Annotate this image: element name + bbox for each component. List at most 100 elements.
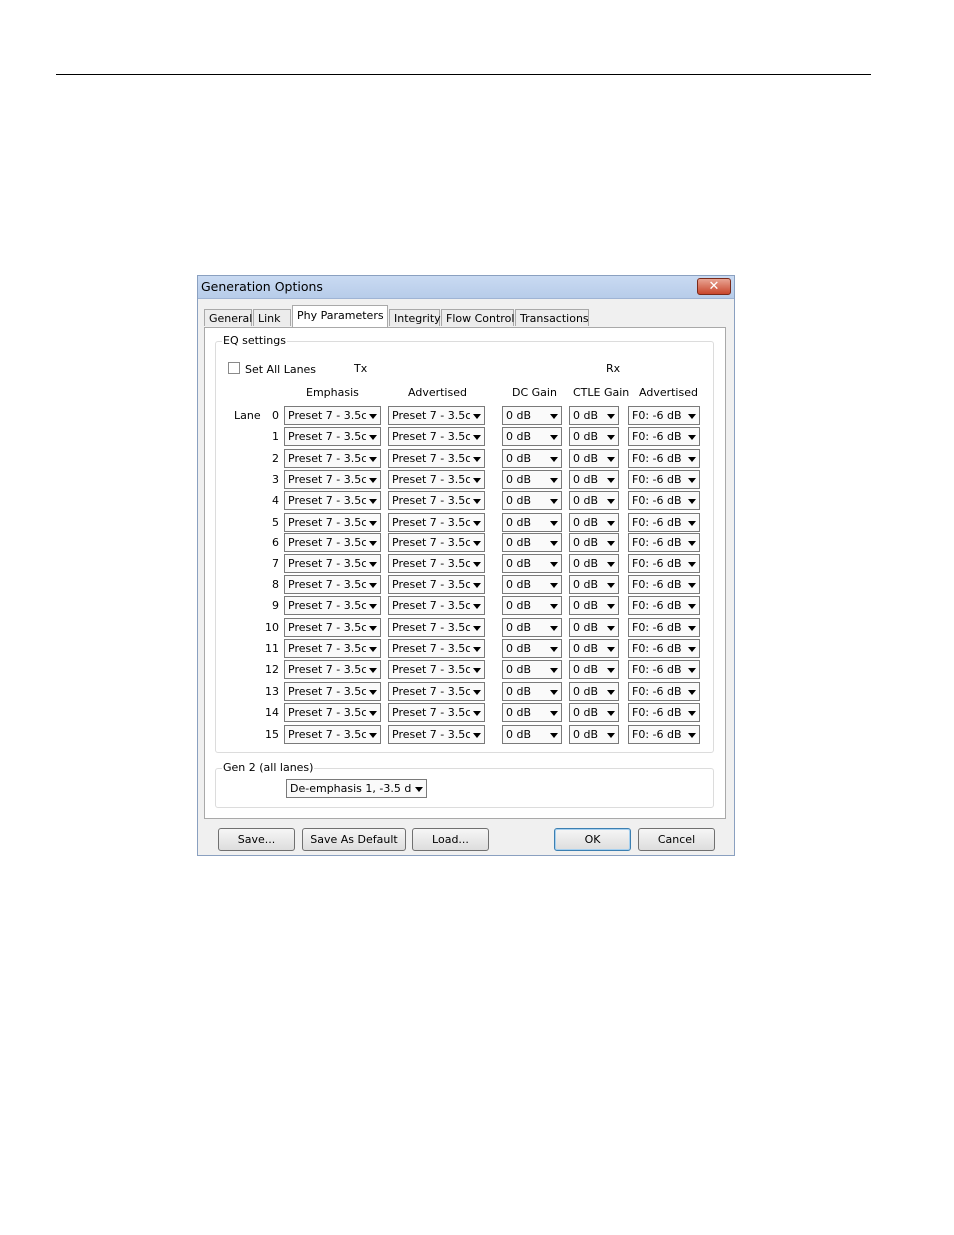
dialog-title: Generation Options — [201, 279, 323, 294]
tx-advertised-select[interactable]: Preset 7 - 3.5c — [388, 491, 485, 510]
save-button[interactable]: Save... — [218, 828, 295, 851]
ctle-gain-select[interactable]: 0 dB — [569, 575, 619, 594]
dc-gain-select[interactable]: 0 dB — [502, 513, 562, 532]
tx-advertised-select[interactable]: Preset 7 - 3.5c — [388, 470, 485, 489]
chevron-down-icon — [550, 647, 558, 652]
tx-advertised-select[interactable]: Preset 7 - 3.5c — [388, 660, 485, 679]
rx-advertised-select[interactable]: F0: -6 dB — [628, 725, 700, 744]
dc-gain-select[interactable]: 0 dB — [502, 703, 562, 722]
dc-gain-select[interactable]: 0 dB — [502, 660, 562, 679]
ctle-gain-select[interactable]: 0 dB — [569, 470, 619, 489]
tx-advertised-select[interactable]: Preset 7 - 3.5c — [388, 618, 485, 637]
rx-advertised-select[interactable]: F0: -6 dB — [628, 682, 700, 701]
dc-gain-select[interactable]: 0 dB — [502, 449, 562, 468]
tx-advertised-select[interactable]: Preset 7 - 3.5c — [388, 703, 485, 722]
ctle-gain-select[interactable]: 0 dB — [569, 427, 619, 446]
tab-general[interactable]: General — [204, 309, 252, 326]
load-button[interactable]: Load... — [412, 828, 489, 851]
title-bar[interactable]: Generation Options ✕ — [198, 276, 734, 299]
tx-advertised-select[interactable]: Preset 7 - 3.5c — [388, 575, 485, 594]
tab-flow-control[interactable]: Flow Control — [441, 309, 514, 326]
emphasis-select[interactable]: Preset 7 - 3.5c — [284, 682, 381, 701]
ctle-gain-select[interactable]: 0 dB — [569, 596, 619, 615]
ctle-gain-select[interactable]: 0 dB — [569, 406, 619, 425]
tx-advertised-select[interactable]: Preset 7 - 3.5c — [388, 596, 485, 615]
rx-advertised-select[interactable]: F0: -6 dB — [628, 660, 700, 679]
tab-phy-parameters[interactable]: Phy Parameters — [292, 305, 388, 327]
chevron-down-icon — [369, 733, 377, 738]
dc-gain-select[interactable]: 0 dB — [502, 725, 562, 744]
set-all-lanes-checkbox[interactable] — [228, 362, 240, 374]
tx-advertised-select[interactable]: Preset 7 - 3.5c — [388, 449, 485, 468]
emphasis-select[interactable]: Preset 7 - 3.5c — [284, 554, 381, 573]
dc-gain-select[interactable]: 0 dB — [502, 554, 562, 573]
emphasis-select[interactable]: Preset 7 - 3.5c — [284, 449, 381, 468]
dc-gain-select[interactable]: 0 dB — [502, 596, 562, 615]
dc-gain-select[interactable]: 0 dB — [502, 575, 562, 594]
emphasis-select[interactable]: Preset 7 - 3.5c — [284, 596, 381, 615]
rx-advertised-select[interactable]: F0: -6 dB — [628, 470, 700, 489]
tx-advertised-select[interactable]: Preset 7 - 3.5c — [388, 533, 485, 552]
emphasis-select[interactable]: Preset 7 - 3.5c — [284, 575, 381, 594]
emphasis-select[interactable]: Preset 7 - 3.5c — [284, 470, 381, 489]
dc-gain-select[interactable]: 0 dB — [502, 533, 562, 552]
ctle-gain-select[interactable]: 0 dB — [569, 533, 619, 552]
emphasis-select[interactable]: Preset 7 - 3.5c — [284, 491, 381, 510]
ctle-gain-select[interactable]: 0 dB — [569, 703, 619, 722]
tab-link[interactable]: Link — [253, 309, 291, 326]
emphasis-select[interactable]: Preset 7 - 3.5c — [284, 533, 381, 552]
tx-advertised-select[interactable]: Preset 7 - 3.5c — [388, 639, 485, 658]
ctle-gain-select[interactable]: 0 dB — [569, 513, 619, 532]
dc-gain-select[interactable]: 0 dB — [502, 639, 562, 658]
dc-gain-select[interactable]: 0 dB — [502, 682, 562, 701]
rx-advertised-select[interactable]: F0: -6 dB — [628, 575, 700, 594]
tx-advertised-select[interactable]: Preset 7 - 3.5c — [388, 554, 485, 573]
tx-advertised-select[interactable]: Preset 7 - 3.5c — [388, 406, 485, 425]
rx-advertised-select[interactable]: F0: -6 dB — [628, 449, 700, 468]
emphasis-select[interactable]: Preset 7 - 3.5c — [284, 639, 381, 658]
dc-gain-select[interactable]: 0 dB — [502, 406, 562, 425]
tab-transactions[interactable]: Transactions — [515, 309, 589, 326]
ctle-gain-select[interactable]: 0 dB — [569, 639, 619, 658]
emphasis-select[interactable]: Preset 7 - 3.5c — [284, 618, 381, 637]
emphasis-select[interactable]: Preset 7 - 3.5c — [284, 513, 381, 532]
save-as-default-button[interactable]: Save As Default — [302, 828, 406, 851]
emphasis-select[interactable]: Preset 7 - 3.5c — [284, 406, 381, 425]
tab-integrity[interactable]: Integrity — [389, 309, 441, 326]
ctle-gain-select[interactable]: 0 dB — [569, 491, 619, 510]
rx-advertised-select[interactable]: F0: -6 dB — [628, 703, 700, 722]
tx-advertised-select[interactable]: Preset 7 - 3.5c — [388, 427, 485, 446]
ctle-gain-select[interactable]: 0 dB — [569, 618, 619, 637]
rx-advertised-select[interactable]: F0: -6 dB — [628, 639, 700, 658]
rx-advertised-select[interactable]: F0: -6 dB — [628, 427, 700, 446]
lane-number: 0 — [272, 409, 279, 422]
emphasis-select[interactable]: Preset 7 - 3.5c — [284, 725, 381, 744]
dc-gain-select[interactable]: 0 dB — [502, 470, 562, 489]
tx-advertised-select[interactable]: Preset 7 - 3.5c — [388, 725, 485, 744]
ctle-gain-select[interactable]: 0 dB — [569, 682, 619, 701]
rx-advertised-select[interactable]: F0: -6 dB — [628, 618, 700, 637]
ctle-gain-select[interactable]: 0 dB — [569, 660, 619, 679]
rx-advertised-select[interactable]: F0: -6 dB — [628, 513, 700, 532]
cancel-button[interactable]: Cancel — [638, 828, 715, 851]
ctle-gain-select[interactable]: 0 dB — [569, 449, 619, 468]
rx-advertised-select[interactable]: F0: -6 dB — [628, 554, 700, 573]
ok-button[interactable]: OK — [554, 828, 631, 851]
rx-advertised-select[interactable]: F0: -6 dB — [628, 491, 700, 510]
dc-gain-select[interactable]: 0 dB — [502, 618, 562, 637]
ctle-gain-select[interactable]: 0 dB — [569, 725, 619, 744]
gen2-deemphasis-select[interactable]: De-emphasis 1, -3.5 dI — [286, 779, 427, 798]
emphasis-select[interactable]: Preset 7 - 3.5c — [284, 660, 381, 679]
lane-number: 5 — [272, 516, 279, 529]
dc-gain-select[interactable]: 0 dB — [502, 491, 562, 510]
rx-advertised-select[interactable]: F0: -6 dB — [628, 533, 700, 552]
dc-gain-select[interactable]: 0 dB — [502, 427, 562, 446]
tx-advertised-select[interactable]: Preset 7 - 3.5c — [388, 513, 485, 532]
ctle-gain-select[interactable]: 0 dB — [569, 554, 619, 573]
emphasis-select[interactable]: Preset 7 - 3.5c — [284, 427, 381, 446]
emphasis-select[interactable]: Preset 7 - 3.5c — [284, 703, 381, 722]
tx-advertised-select[interactable]: Preset 7 - 3.5c — [388, 682, 485, 701]
rx-advertised-select[interactable]: F0: -6 dB — [628, 406, 700, 425]
rx-advertised-select[interactable]: F0: -6 dB — [628, 596, 700, 615]
close-button[interactable]: ✕ — [697, 278, 731, 295]
